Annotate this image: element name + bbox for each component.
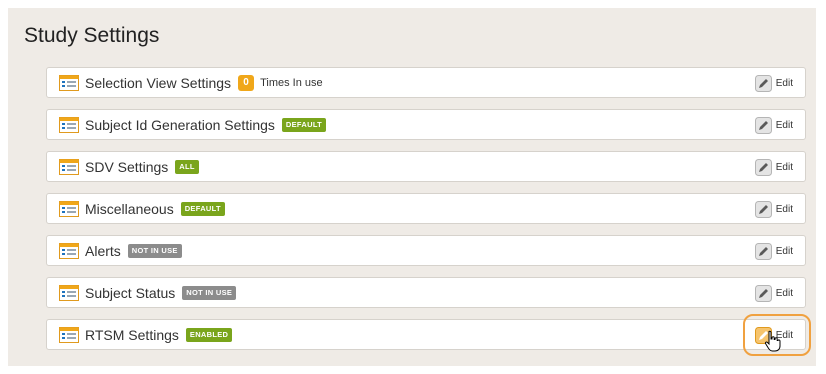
settings-list-icon <box>59 242 79 259</box>
settings-list-icon <box>59 116 79 133</box>
pencil-icon <box>754 74 772 92</box>
status-badge: DEFAULT <box>180 201 225 216</box>
settings-row-subject-status: Subject Status NOT IN USE Edit <box>46 277 806 308</box>
study-settings-panel: Study Settings Selection View Settings 0… <box>8 8 816 366</box>
edit-button-highlighted[interactable]: Edit <box>742 314 812 356</box>
edit-label: Edit <box>775 329 793 341</box>
row-label: Selection View Settings <box>85 74 232 91</box>
settings-list-icon <box>59 200 79 217</box>
settings-row-selection-view: Selection View Settings 0 Times In use E… <box>46 67 806 98</box>
settings-list-icon <box>59 326 79 343</box>
edit-button[interactable]: Edit <box>754 116 793 134</box>
pencil-icon <box>754 116 772 134</box>
row-label: Subject Status <box>85 284 176 301</box>
edit-label: Edit <box>775 245 793 257</box>
row-label: RTSM Settings <box>85 326 179 343</box>
edit-label: Edit <box>775 287 793 299</box>
edit-button[interactable]: Edit <box>754 200 793 218</box>
edit-button[interactable]: Edit <box>754 74 793 92</box>
status-badge: DEFAULT <box>281 117 327 132</box>
edit-button[interactable]: Edit <box>754 284 793 302</box>
hand-pointer-cursor-icon <box>764 330 781 352</box>
page-title: Study Settings <box>24 24 160 47</box>
pencil-icon <box>754 158 772 176</box>
settings-row-rtsm: RTSM Settings ENABLED Edit <box>46 314 812 356</box>
edit-label: Edit <box>775 119 793 131</box>
status-badge: NOT IN USE <box>182 285 237 300</box>
edit-button[interactable]: Edit <box>754 158 793 176</box>
status-badge: NOT IN USE <box>127 243 182 258</box>
pencil-icon <box>754 284 772 302</box>
pencil-icon <box>754 242 772 260</box>
settings-list: Selection View Settings 0 Times In use E… <box>46 67 812 361</box>
settings-row-subject-id-generation: Subject Id Generation Settings DEFAULT E… <box>46 109 806 140</box>
settings-list-icon <box>59 158 79 175</box>
usage-count-text: Times In use <box>260 76 323 89</box>
row-label: Subject Id Generation Settings <box>85 116 275 133</box>
settings-list-icon <box>59 74 79 91</box>
edit-label: Edit <box>775 203 793 215</box>
edit-label: Edit <box>775 161 793 173</box>
status-badge: ALL <box>175 159 199 174</box>
settings-row-sdv: SDV Settings ALL Edit <box>46 151 806 182</box>
settings-row-alerts: Alerts NOT IN USE Edit <box>46 235 806 266</box>
status-badge: ENABLED <box>185 327 233 342</box>
row-label: Alerts <box>85 242 121 259</box>
row-label: Miscellaneous <box>85 200 174 217</box>
edit-label: Edit <box>775 77 793 89</box>
edit-button[interactable]: Edit <box>754 242 793 260</box>
pencil-icon <box>754 200 772 218</box>
settings-list-icon <box>59 284 79 301</box>
pencil-icon <box>754 326 772 344</box>
usage-count-badge: 0 <box>238 74 255 91</box>
row-label: SDV Settings <box>85 158 169 175</box>
settings-row-miscellaneous: Miscellaneous DEFAULT Edit <box>46 193 806 224</box>
